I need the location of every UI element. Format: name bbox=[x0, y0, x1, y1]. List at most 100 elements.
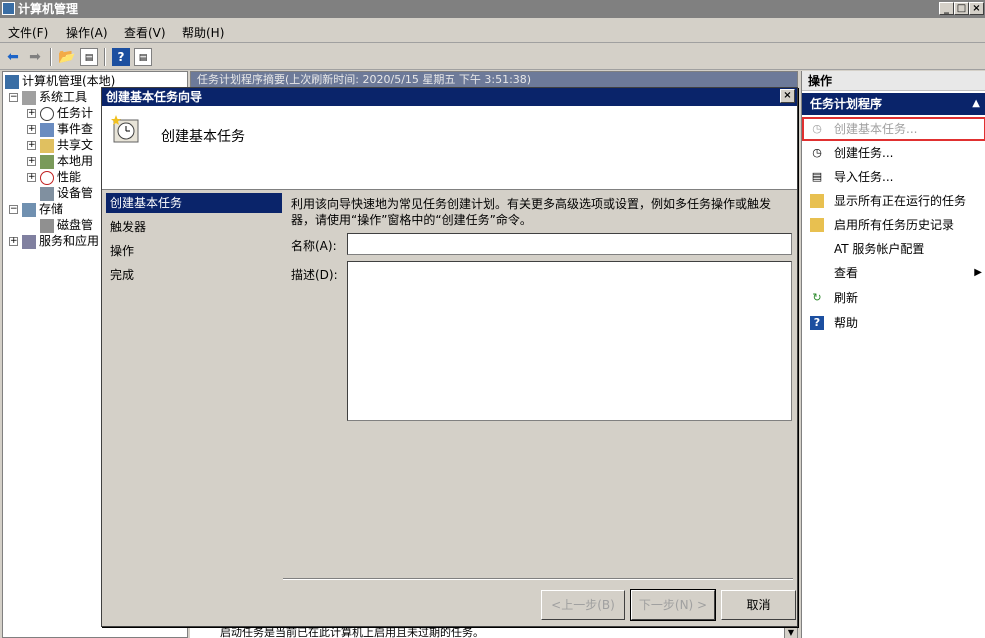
menu-action[interactable]: 操作(A) bbox=[66, 24, 108, 41]
step-trigger[interactable]: 触发器 bbox=[106, 217, 282, 237]
expand-icon[interactable]: + bbox=[9, 237, 18, 246]
actions-title: 操作 bbox=[802, 71, 985, 91]
description-line-1: 利用该向导快速地为常见任务创建计划。有关更多高级选项或设置，例如多任务操作或触发 bbox=[291, 197, 772, 211]
step-action[interactable]: 操作 bbox=[106, 241, 282, 261]
event-viewer-icon bbox=[40, 122, 54, 137]
tree-label: 磁盘管 bbox=[57, 218, 94, 232]
dialog-title: 创建基本任务向导 bbox=[106, 90, 203, 104]
action-label: 创建任务... bbox=[834, 146, 894, 160]
forward-icon[interactable]: ➡ bbox=[26, 48, 44, 66]
action-label: 导入任务... bbox=[834, 170, 894, 184]
storage-icon bbox=[22, 202, 36, 217]
wizard-description: 利用该向导快速地为常见任务创建计划。有关更多高级选项或设置，例如多任务操作或触发… bbox=[291, 196, 791, 228]
minimize-button[interactable]: _ bbox=[939, 2, 954, 15]
menu-help[interactable]: 帮助(H) bbox=[182, 24, 224, 41]
back-icon[interactable]: ⬅ bbox=[4, 48, 22, 66]
action-at-service-config[interactable]: AT 服务帐户配置 bbox=[802, 237, 985, 261]
menu-file[interactable]: 文件(F) bbox=[8, 24, 48, 41]
back-button[interactable]: <上一步(B) bbox=[541, 590, 625, 620]
tree-item-storage[interactable]: − 存储 bbox=[9, 201, 63, 217]
step-create-basic-task[interactable]: 创建基本任务 bbox=[106, 193, 282, 213]
tree-label: 任务计 bbox=[57, 106, 94, 120]
tree-label: 设备管 bbox=[57, 186, 94, 200]
action-view[interactable]: 查看 ▶ bbox=[802, 261, 985, 285]
services-icon bbox=[22, 234, 36, 249]
folder-icon bbox=[810, 194, 824, 208]
scroll-down-icon[interactable]: ▼ bbox=[784, 626, 798, 638]
tree-item-local-users[interactable]: + 本地用 bbox=[27, 153, 93, 169]
tree-item-task-scheduler[interactable]: + 任务计 bbox=[27, 105, 93, 121]
action-refresh[interactable]: ↻ 刷新 bbox=[802, 286, 985, 310]
tree-item-disk-management[interactable]: 磁盘管 bbox=[40, 217, 93, 233]
collapse-icon[interactable]: − bbox=[9, 205, 18, 214]
description-label: 描述(D): bbox=[291, 268, 338, 282]
menu-view[interactable]: 查看(V) bbox=[124, 24, 166, 41]
tree-item-performance[interactable]: + 性能 bbox=[27, 169, 81, 185]
bottom-description: 启动任务是当前已在此计算机上启用且未过期的任务。 bbox=[220, 626, 484, 638]
action-help[interactable]: ? 帮助 bbox=[802, 311, 985, 335]
help-icon: ? bbox=[810, 316, 824, 330]
toolbar-separator bbox=[50, 48, 52, 66]
tree-label: 本地用 bbox=[57, 154, 94, 168]
shared-folder-icon bbox=[40, 138, 54, 153]
action-label: 创建基本任务... bbox=[834, 122, 918, 136]
disk-icon bbox=[40, 218, 54, 233]
maximize-button[interactable]: □ bbox=[954, 2, 969, 15]
tree-item-root[interactable]: 计算机管理(本地) bbox=[5, 73, 115, 89]
action-enable-history[interactable]: 启用所有任务历史记录 bbox=[802, 213, 985, 237]
section-label: 任务计划程序 bbox=[810, 97, 883, 111]
expand-icon[interactable]: + bbox=[27, 173, 36, 182]
expand-icon[interactable]: + bbox=[27, 157, 36, 166]
action-label: 启用所有任务历史记录 bbox=[834, 218, 955, 232]
clock-icon: ◷ bbox=[812, 146, 822, 159]
name-label: 名称(A): bbox=[291, 239, 337, 253]
up-folder-icon[interactable]: 📂 bbox=[58, 48, 76, 66]
clock-icon bbox=[40, 106, 54, 121]
tree-item-shared-folders[interactable]: + 共享文 bbox=[27, 137, 93, 153]
collapse-arrow-icon[interactable]: ▲ bbox=[972, 93, 980, 115]
help-icon[interactable]: ? bbox=[112, 48, 130, 66]
tree-item-event-viewer[interactable]: + 事件查 bbox=[27, 121, 93, 137]
create-basic-task-wizard: 创建基本任务向导 × 创建基本任务 创建基本任务 触发器 操作 完成 利用该向导… bbox=[101, 87, 798, 627]
step-finish[interactable]: 完成 bbox=[106, 265, 282, 285]
action-create-task[interactable]: ◷ 创建任务... bbox=[802, 141, 985, 165]
tree-label: 性能 bbox=[57, 170, 82, 184]
action-show-running-tasks[interactable]: 显示所有正在运行的任务 bbox=[802, 189, 985, 213]
next-button[interactable]: 下一步(N) > bbox=[630, 589, 716, 621]
tree-item-system-tools[interactable]: − 系统工具 bbox=[9, 89, 87, 105]
action-import-task[interactable]: ▤ 导入任务... bbox=[802, 165, 985, 189]
expand-icon[interactable]: + bbox=[27, 141, 36, 150]
window-title: 计算机管理 bbox=[18, 2, 79, 16]
name-input[interactable] bbox=[347, 233, 792, 255]
dialog-close-button[interactable]: × bbox=[780, 89, 795, 103]
expand-icon[interactable]: + bbox=[27, 109, 36, 118]
collapse-icon[interactable]: − bbox=[9, 93, 18, 102]
toolbar: ⬅ ➡ 📂 ▤ ? ▤ bbox=[0, 44, 985, 70]
show-hide-action-pane-icon[interactable]: ▤ bbox=[134, 48, 152, 66]
expand-icon[interactable]: + bbox=[27, 125, 36, 134]
actions-pane: 操作 任务计划程序 ▲ ◷ 创建基本任务... ◷ 创建任务... ▤ 导入任务...… bbox=[801, 71, 985, 638]
submenu-arrow-icon: ▶ bbox=[974, 267, 982, 278]
tree-label: 计算机管理(本地) bbox=[22, 74, 116, 88]
clock-star-icon: ◷ bbox=[812, 122, 822, 135]
action-label: 显示所有正在运行的任务 bbox=[834, 194, 967, 208]
description-line-2: 器，请使用“操作”窗格中的“创建任务”命令。 bbox=[291, 213, 532, 227]
show-hide-tree-icon[interactable]: ▤ bbox=[80, 48, 98, 66]
tree-item-device-manager[interactable]: 设备管 bbox=[40, 185, 93, 201]
device-manager-icon bbox=[40, 186, 54, 201]
close-button[interactable]: × bbox=[969, 2, 984, 15]
actions-section-header[interactable]: 任务计划程序 ▲ bbox=[802, 93, 985, 115]
wizard-banner: 创建基本任务 bbox=[102, 106, 797, 190]
folder-icon bbox=[810, 218, 824, 232]
computer-management-icon bbox=[2, 2, 15, 15]
tree-label: 系统工具 bbox=[39, 90, 88, 104]
tree-label: 事件查 bbox=[57, 122, 94, 136]
tree-label: 存储 bbox=[39, 202, 64, 216]
description-input[interactable] bbox=[347, 261, 792, 421]
cancel-button[interactable]: 取消 bbox=[721, 590, 796, 620]
dialog-title-bar: 创建基本任务向导 × bbox=[102, 88, 797, 106]
tree-item-services-apps[interactable]: + 服务和应用 bbox=[9, 233, 99, 249]
menu-bar: 文件(F) 操作(A) 查看(V) 帮助(H) bbox=[0, 19, 985, 43]
action-create-basic-task[interactable]: ◷ 创建基本任务... bbox=[802, 117, 985, 141]
action-label: AT 服务帐户配置 bbox=[834, 242, 925, 256]
